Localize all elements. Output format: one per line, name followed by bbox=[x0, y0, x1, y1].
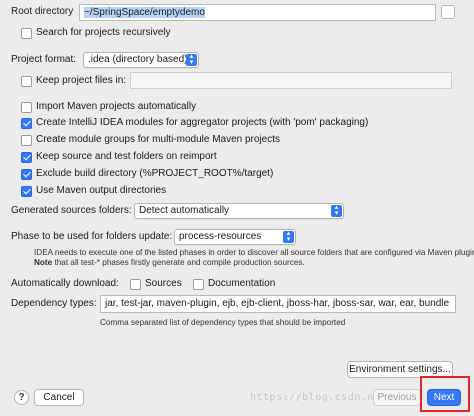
project-format-label: Project format: bbox=[11, 54, 77, 65]
option-label-5: Use Maven output directories bbox=[36, 185, 167, 196]
option-label-0: Import Maven projects automatically bbox=[36, 101, 197, 112]
project-format-select[interactable]: .idea (directory based) ▴ ▾ bbox=[83, 52, 199, 68]
dependency-types-hint: Comma separated list of dependency types… bbox=[100, 318, 346, 327]
phase-help-text: IDEA needs to execute one of the listed … bbox=[34, 248, 474, 268]
search-recursively-checkbox[interactable] bbox=[21, 28, 32, 39]
auto-download-label: Automatically download: bbox=[11, 278, 119, 289]
option-label-3: Keep source and test folders on reimport bbox=[36, 151, 217, 162]
option-checkbox-0[interactable] bbox=[21, 102, 32, 113]
highlight-box bbox=[420, 376, 470, 412]
previous-button[interactable]: Previous bbox=[373, 389, 421, 406]
generated-sources-label: Generated sources folders: bbox=[11, 205, 132, 216]
sources-checkbox[interactable] bbox=[130, 279, 141, 290]
dependency-types-input[interactable]: jar, test-jar, maven-plugin, ejb, ejb-cl… bbox=[100, 295, 456, 313]
phase-label: Phase to be used for folders update: bbox=[11, 231, 173, 242]
keep-project-files-label: Keep project files in: bbox=[36, 75, 127, 86]
option-checkbox-2[interactable] bbox=[21, 135, 32, 146]
root-directory-input[interactable]: ~/SpringSpace/emptydemo bbox=[79, 4, 436, 21]
option-label-1: Create IntelliJ IDEA modules for aggrega… bbox=[36, 117, 369, 128]
root-directory-label: Root directory bbox=[11, 6, 74, 17]
chevron-updown-icon: ▴ ▾ bbox=[331, 204, 342, 217]
chevron-updown-icon: ▴ ▾ bbox=[186, 53, 197, 66]
keep-project-files-checkbox[interactable] bbox=[21, 76, 32, 87]
dependency-types-value: jar, test-jar, maven-plugin, ejb, ejb-cl… bbox=[105, 298, 450, 309]
option-checkbox-5[interactable] bbox=[21, 186, 32, 197]
option-label-4: Exclude build directory (%PROJECT_ROOT%/… bbox=[36, 168, 274, 179]
phase-help-line2: that all test-* phases firstly generate … bbox=[52, 258, 305, 267]
dependency-types-label: Dependency types: bbox=[11, 298, 97, 309]
phase-help-note: Note bbox=[34, 258, 53, 267]
option-checkbox-3[interactable] bbox=[21, 152, 32, 163]
option-checkbox-4[interactable] bbox=[21, 169, 32, 180]
root-directory-value: ~/SpringSpace/emptydemo bbox=[84, 7, 205, 18]
project-format-value: .idea (directory based) bbox=[88, 54, 188, 65]
chevron-updown-icon: ▴ ▾ bbox=[283, 230, 294, 243]
option-label-2: Create module groups for multi-module Ma… bbox=[36, 134, 280, 145]
browse-button[interactable] bbox=[441, 5, 455, 19]
help-icon[interactable]: ? bbox=[14, 390, 29, 405]
generated-sources-value: Detect automatically bbox=[139, 205, 230, 216]
keep-project-files-input[interactable] bbox=[130, 72, 452, 89]
search-recursively-label: Search for projects recursively bbox=[36, 27, 171, 38]
sources-label: Sources bbox=[145, 278, 182, 289]
option-checkbox-1[interactable] bbox=[21, 118, 32, 129]
phase-select[interactable]: process-resources ▴ ▾ bbox=[174, 229, 296, 245]
phase-help-line1: IDEA needs to execute one of the listed … bbox=[34, 248, 474, 257]
phase-value: process-resources bbox=[179, 231, 262, 242]
documentation-label: Documentation bbox=[208, 278, 276, 289]
generated-sources-select[interactable]: Detect automatically ▴ ▾ bbox=[134, 203, 344, 219]
cancel-button[interactable]: Cancel bbox=[34, 389, 84, 406]
documentation-checkbox[interactable] bbox=[193, 279, 204, 290]
